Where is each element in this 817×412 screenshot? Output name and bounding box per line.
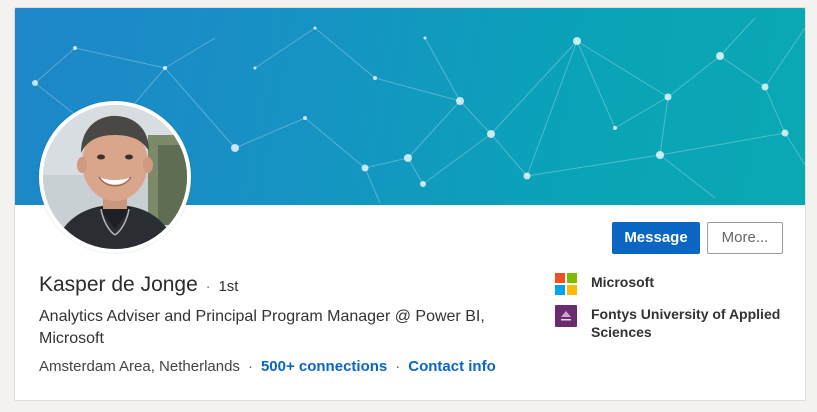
profile-meta: Amsterdam Area, Netherlands · 500+ conne… xyxy=(39,358,496,375)
contact-info-link[interactable]: Contact info xyxy=(408,358,496,375)
avatar[interactable] xyxy=(39,101,191,253)
meta-separator: · xyxy=(395,358,401,375)
side-item-label: Fontys University of Applied Sciences xyxy=(591,306,781,340)
fontys-logo xyxy=(555,305,577,327)
connections-link[interactable]: 500+ connections xyxy=(261,358,387,375)
microsoft-logo xyxy=(555,273,577,295)
side-item-fontys[interactable]: Fontys University of Applied Sciences xyxy=(555,305,795,341)
profile-location: Amsterdam Area, Netherlands xyxy=(39,358,240,375)
profile-headline: Analytics Adviser and Principal Program … xyxy=(39,308,485,347)
message-button[interactable]: Message xyxy=(612,222,700,254)
experience-education-list: Microsoft Fontys University of Applied S… xyxy=(555,273,795,351)
more-button[interactable]: More... xyxy=(707,222,783,254)
name-row: Kasper de Jonge · 1st xyxy=(39,273,238,297)
connection-degree: 1st xyxy=(218,278,239,295)
degree-separator: · xyxy=(205,278,211,294)
meta-separator: · xyxy=(247,358,253,375)
profile-card: Message More... Kasper de Jonge · 1st An… xyxy=(14,7,806,401)
side-item-label: Microsoft xyxy=(591,274,654,290)
profile-photo xyxy=(43,105,187,249)
side-item-microsoft[interactable]: Microsoft xyxy=(555,273,795,295)
profile-name: Kasper de Jonge xyxy=(39,273,198,296)
